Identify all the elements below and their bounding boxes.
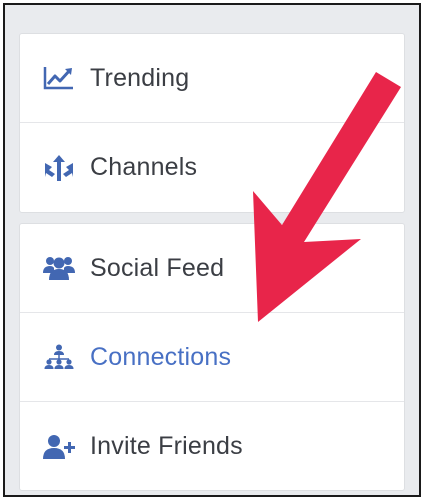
nav-item-label: Social Feed [90,253,225,282]
sidebar-panel: Trending Channels Social Feed Connection… [3,3,421,497]
nav-group-primary: Trending Channels [19,33,405,213]
nav-item-invite-friends[interactable]: Invite Friends [20,402,404,491]
channels-icon [42,154,76,182]
nav-item-channels[interactable]: Channels [20,123,404,212]
nav-item-label: Invite Friends [90,432,243,460]
nav-item-connections[interactable]: Connections [20,313,404,402]
nav-item-trending[interactable]: Trending [20,34,404,123]
nav-item-label: Trending [90,63,190,92]
nav-item-social-feed[interactable]: Social Feed [20,224,404,313]
connections-icon [42,343,76,371]
nav-item-label: Connections [90,342,232,371]
nav-item-label: Channels [90,153,198,181]
trending-chart-icon [42,64,76,92]
nav-group-secondary: Social Feed Connections Invite Friends [19,223,405,491]
invite-friends-icon [42,433,76,461]
social-feed-icon [42,254,76,282]
